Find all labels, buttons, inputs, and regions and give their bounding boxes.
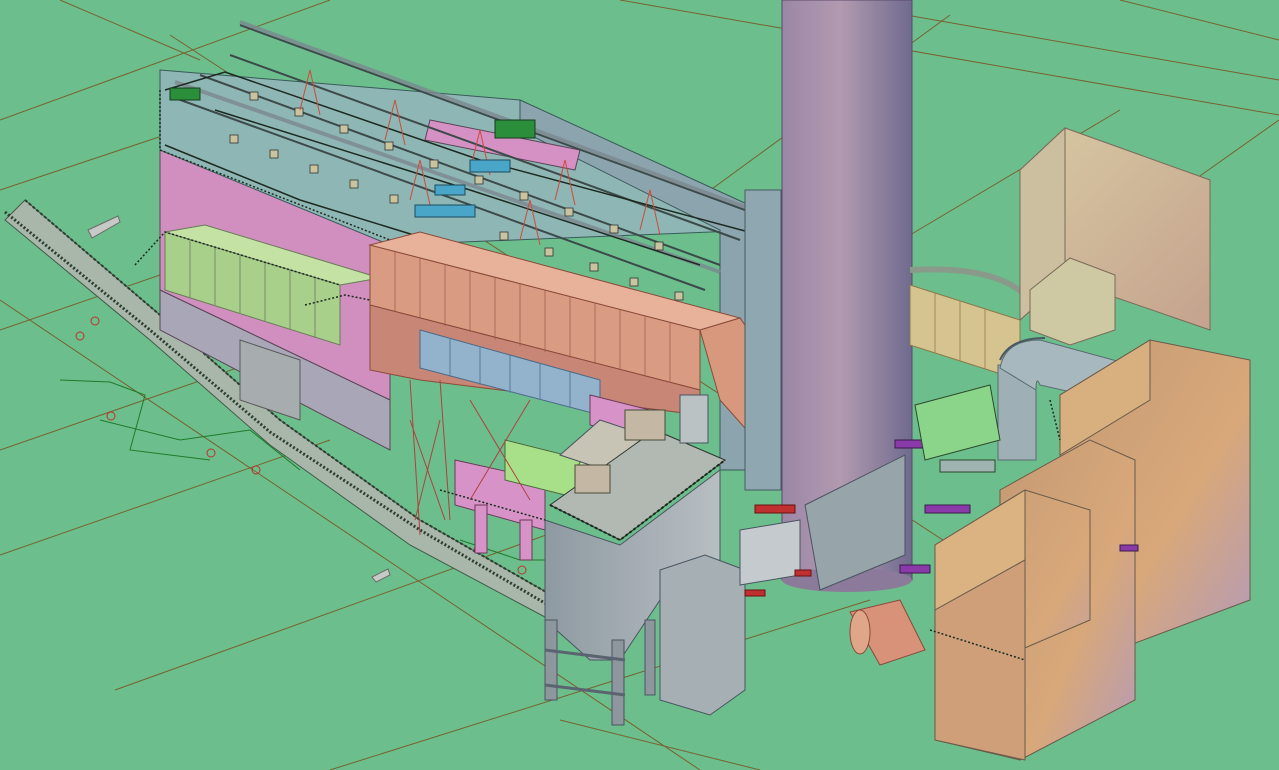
plant-model-canvas[interactable] <box>0 0 1279 770</box>
absorber-building <box>1019 126 1211 346</box>
green-equipment <box>914 384 1001 473</box>
cad-3d-viewport[interactable] <box>0 0 1279 770</box>
outlet-duct <box>849 599 926 666</box>
